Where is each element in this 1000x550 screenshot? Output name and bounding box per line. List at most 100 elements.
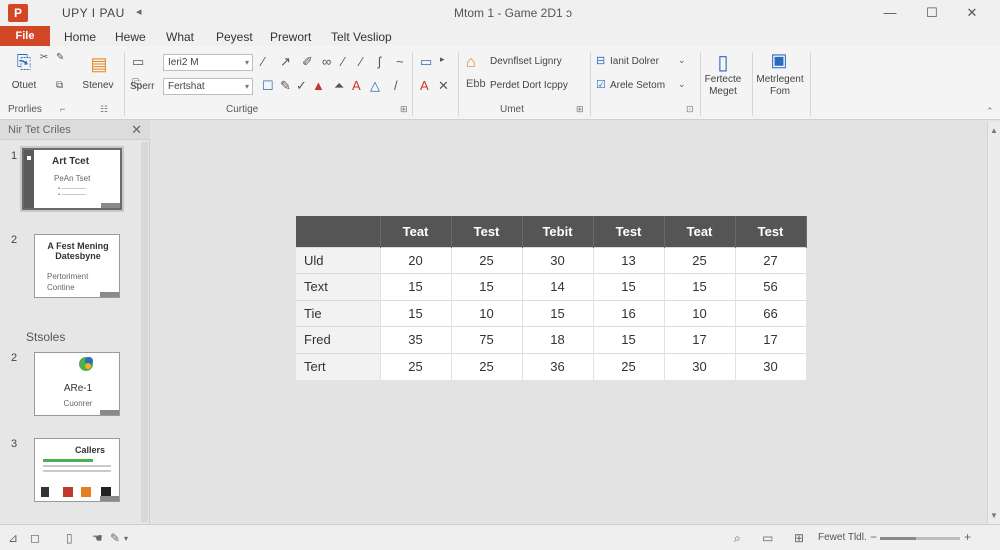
slide-layout-icon[interactable]: ▭	[132, 54, 144, 70]
chevron-down-icon[interactable]: ⌄	[678, 79, 686, 90]
spellcheck-icon[interactable]: ⊿	[8, 531, 18, 545]
table-cell[interactable]: 16	[593, 299, 665, 327]
restore-button[interactable]: ☐	[920, 3, 944, 23]
chevron-down-icon[interactable]: ⌄	[678, 55, 686, 66]
table-header-cell[interactable]: Teat	[380, 216, 452, 247]
table-header-cell[interactable]: Test	[451, 216, 523, 247]
tab-what[interactable]: What	[166, 30, 194, 44]
arrow-icon[interactable]: ↗	[280, 54, 291, 70]
table-cell[interactable]: 36	[522, 352, 594, 380]
paragraph-launcher-icon[interactable]: ⊞	[576, 104, 584, 115]
otuet-button[interactable]: Otuet	[8, 80, 40, 92]
drawing-launcher-icon[interactable]: ⊡	[686, 104, 694, 115]
group-launcher-icon[interactable]: ⌐	[60, 104, 65, 114]
slash-icon[interactable]: /	[394, 78, 398, 93]
table-cell[interactable]: 25	[451, 352, 523, 380]
zoom-slider[interactable]	[880, 537, 960, 540]
row-label[interactable]: Uld	[296, 246, 381, 274]
font-color-icon[interactable]: A	[352, 78, 361, 93]
chevron-down-icon[interactable]: ▾	[124, 534, 128, 543]
panel-scrollbar[interactable]	[141, 142, 148, 522]
scroll-down-icon[interactable]: ▼	[990, 511, 998, 520]
sperr-button[interactable]: Sperr	[128, 81, 162, 93]
view-label[interactable]: Fewet Tldl.	[818, 532, 867, 543]
table-cell[interactable]: 15	[593, 326, 665, 353]
font-size-combo[interactable]: Fertshat ▾	[163, 78, 253, 95]
page-icon[interactable]: ▯	[66, 531, 73, 545]
tab-file[interactable]: File	[0, 26, 50, 46]
quick-styles-icon[interactable]: ☑	[596, 78, 606, 91]
tab-home[interactable]: Home	[64, 30, 96, 44]
table-cell[interactable]: 20	[380, 246, 452, 274]
data-table[interactable]: Teat Test Tebit Test Teat Test Uld 20 25…	[296, 216, 807, 380]
table-cell[interactable]: 15	[380, 299, 452, 327]
layout-launcher-icon[interactable]: ☷	[100, 104, 108, 115]
document-icon[interactable]: ▯	[712, 50, 734, 75]
table-cell[interactable]: 27	[735, 246, 807, 274]
link-icon[interactable]: ∞	[322, 54, 331, 69]
table-header-cell[interactable]: Test	[735, 216, 807, 247]
table-cell[interactable]: 25	[664, 246, 736, 274]
arele-setom-button[interactable]: Arele Setom	[610, 80, 680, 92]
table-cell[interactable]: 30	[735, 352, 807, 380]
table-cell[interactable]: 17	[735, 326, 807, 353]
zoom-out-icon[interactable]: −	[870, 530, 877, 544]
folder-icon[interactable]: ⌂	[466, 54, 476, 72]
text-box-icon[interactable]: ▭	[420, 54, 432, 70]
slide-sorter-icon[interactable]: ⊞	[794, 531, 804, 545]
zoom-in-icon[interactable]: +	[964, 530, 971, 544]
table-cell[interactable]: 25	[451, 246, 523, 274]
table-cell[interactable]: 30	[664, 352, 736, 380]
font-name-combo[interactable]: Ieri2 M ▾	[163, 54, 253, 71]
font-launcher-icon[interactable]: ⊞	[400, 104, 408, 115]
table-cell[interactable]: 25	[380, 352, 452, 380]
table-cell[interactable]: 56	[735, 273, 807, 300]
normal-view-icon[interactable]: ▭	[762, 531, 773, 545]
copy-icon[interactable]: ⧉	[56, 80, 63, 91]
arrange-icon[interactable]: ⊟	[596, 54, 605, 67]
dropdown-icon[interactable]: ▸	[440, 54, 445, 65]
format-painter-icon[interactable]: ✎	[56, 52, 64, 63]
collapse-ribbon-icon[interactable]: ⌃	[986, 106, 994, 117]
perdet-dort-icppy-button[interactable]: Perdet Dort Icppy	[490, 80, 582, 92]
ianit-dolrer-button[interactable]: Ianit Dolrer	[610, 56, 680, 68]
table-header-cell[interactable]: Tebit	[522, 216, 594, 247]
line-icon[interactable]: ∕	[262, 54, 264, 69]
dash-icon[interactable]: ∕	[360, 54, 362, 69]
table-cell[interactable]: 15	[593, 273, 665, 300]
table-cell[interactable]: 15	[664, 273, 736, 300]
table-cell[interactable]: 17	[664, 326, 736, 353]
curve-icon[interactable]: ~	[396, 54, 404, 69]
metrlegent-fom-button[interactable]: Metrlegent Fom	[754, 74, 806, 98]
table-cell[interactable]: 10	[664, 299, 736, 327]
slide-thumbnail-4[interactable]: Callers	[34, 438, 120, 502]
cut-icon[interactable]: ✂	[40, 52, 48, 63]
table-header-cell[interactable]: Teat	[664, 216, 736, 247]
search-icon[interactable]: ⌕	[734, 531, 741, 546]
devnflset-lignry-button[interactable]: Devnflset Lignry	[490, 56, 582, 68]
shape-outline-icon[interactable]: △	[370, 78, 380, 94]
row-label[interactable]: Tie	[296, 299, 381, 327]
manage-icon[interactable]: ▣	[766, 50, 792, 71]
fertecte-meget-button[interactable]: Fertecte Meget	[700, 74, 746, 98]
pencil-icon[interactable]: ✎	[280, 78, 291, 94]
tab-hewe[interactable]: Hewe	[115, 30, 146, 44]
table-cell[interactable]: 15	[522, 299, 594, 327]
section-label[interactable]: Stsoles	[26, 330, 65, 344]
close-icon[interactable]: ✕	[131, 122, 142, 138]
row-label[interactable]: Fred	[296, 326, 381, 353]
tab-prewort[interactable]: Prewort	[270, 30, 311, 44]
table-header-cell[interactable]: Test	[593, 216, 665, 247]
table-cell[interactable]: 30	[522, 246, 594, 274]
vertical-scrollbar[interactable]: ▲ ▼	[987, 122, 1000, 524]
tab-peyest[interactable]: Peyest	[216, 30, 253, 44]
pen-mode-icon[interactable]: ✎	[110, 531, 120, 545]
table-cell[interactable]: 15	[380, 273, 452, 300]
pen-icon[interactable]: ✐	[302, 54, 313, 70]
table-header-cell[interactable]	[296, 216, 381, 247]
close-window-button[interactable]: ✕	[960, 3, 984, 23]
row-label[interactable]: Tert	[296, 352, 381, 380]
table-cell[interactable]: 14	[522, 273, 594, 300]
accessibility-icon[interactable]: ◻	[30, 531, 40, 545]
row-label[interactable]: Text	[296, 273, 381, 300]
